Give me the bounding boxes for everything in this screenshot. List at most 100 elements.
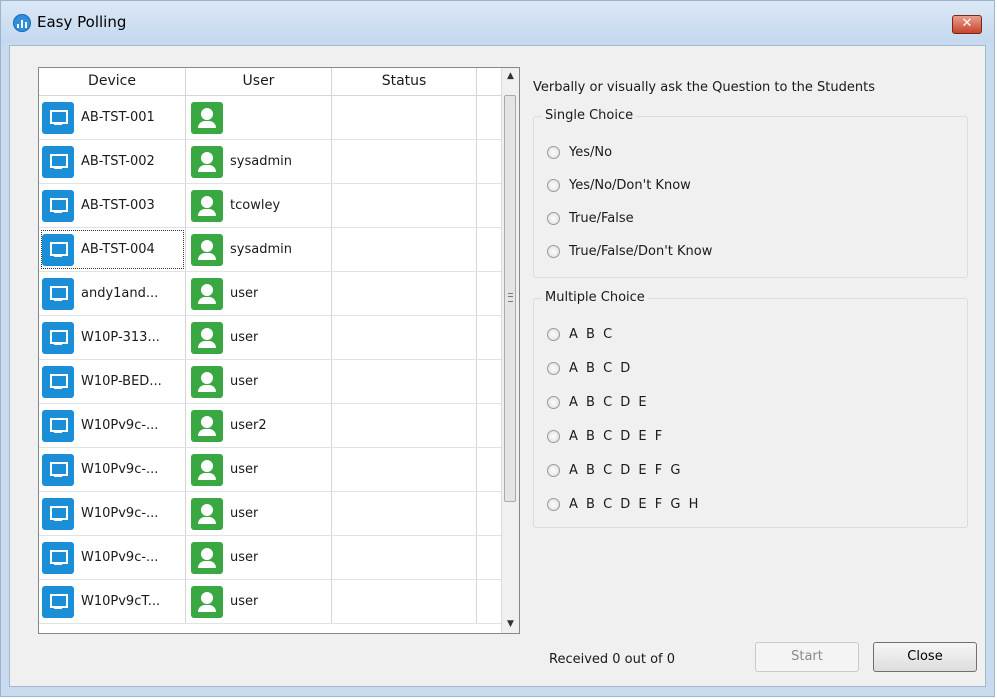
device-cell[interactable]: W10Pv9cT... (39, 580, 186, 623)
status-cell (332, 140, 477, 183)
device-cell[interactable]: AB-TST-001 (39, 96, 186, 139)
status-cell (332, 360, 477, 403)
user-name: user (230, 506, 259, 521)
table-row[interactable]: W10Pv9c-... user (39, 448, 502, 492)
option-label: Yes/No/Don't Know (569, 178, 691, 193)
user-cell[interactable]: user (186, 272, 332, 315)
multiple-choice-option[interactable]: A B C D (547, 361, 632, 376)
device-cell[interactable]: andy1and... (39, 272, 186, 315)
user-cell[interactable]: user (186, 580, 332, 623)
user-cell[interactable] (186, 96, 332, 139)
table-row[interactable]: W10P-BED... user (39, 360, 502, 404)
device-cell[interactable]: W10Pv9c-... (39, 492, 186, 535)
radio-button[interactable] (547, 146, 560, 159)
radio-button[interactable] (547, 362, 560, 375)
status-cell (332, 580, 477, 623)
multiple-choice-option[interactable]: A B C D E F (547, 429, 664, 444)
single-choice-option[interactable]: Yes/No (547, 145, 612, 160)
table-row[interactable]: W10Pv9c-... user (39, 492, 502, 536)
close-button[interactable]: Close (873, 642, 977, 672)
single-choice-option[interactable]: True/False/Don't Know (547, 244, 712, 259)
multiple-choice-option[interactable]: A B C D E F G (547, 463, 682, 478)
user-cell[interactable]: user (186, 492, 332, 535)
single-choice-option[interactable]: True/False (547, 211, 634, 226)
multiple-choice-option[interactable]: A B C D E (547, 395, 649, 410)
device-cell[interactable]: W10Pv9c-... (39, 448, 186, 491)
scroll-down-arrow-icon[interactable]: ▼ (502, 616, 519, 633)
table-row[interactable]: W10P-313... user (39, 316, 502, 360)
radio-button[interactable] (547, 179, 560, 192)
column-header-status[interactable]: Status (332, 68, 477, 95)
monitor-icon (42, 365, 74, 398)
table-row[interactable]: AB-TST-003 tcowley (39, 184, 502, 228)
radio-button[interactable] (547, 430, 560, 443)
device-name: W10Pv9cT... (81, 594, 161, 609)
device-name: AB-TST-003 (81, 198, 155, 213)
user-cell[interactable]: tcowley (186, 184, 332, 227)
multiple-choice-option[interactable]: A B C (547, 327, 614, 342)
monitor-icon (42, 541, 74, 574)
table-row[interactable]: W10Pv9cT... user (39, 580, 502, 624)
table-row[interactable]: AB-TST-004 sysadmin (39, 228, 502, 272)
user-icon (191, 541, 223, 574)
user-icon (191, 189, 223, 222)
table-row[interactable]: AB-TST-001 (39, 96, 502, 140)
radio-button[interactable] (547, 212, 560, 225)
vertical-scrollbar[interactable]: ▲ ▼ (501, 68, 519, 633)
device-name: AB-TST-001 (81, 110, 155, 125)
user-name: user (230, 594, 259, 609)
user-icon (191, 101, 223, 134)
radio-button[interactable] (547, 498, 560, 511)
single-choice-option[interactable]: Yes/No/Don't Know (547, 178, 691, 193)
user-cell[interactable]: user (186, 316, 332, 359)
device-cell[interactable]: W10P-313... (39, 316, 186, 359)
multiple-choice-title: Multiple Choice (542, 290, 648, 305)
monitor-icon (42, 233, 74, 266)
device-cell[interactable]: W10Pv9c-... (39, 536, 186, 579)
user-cell[interactable]: user (186, 360, 332, 403)
window-close-button[interactable]: ✕ (952, 15, 982, 34)
user-cell[interactable]: sysadmin (186, 228, 332, 271)
user-cell[interactable]: sysadmin (186, 140, 332, 183)
table-header: Device User Status (39, 68, 502, 96)
dialog-body: Device User Status AB-TST-001 AB-TST-002 s… (9, 45, 986, 687)
radio-button[interactable] (547, 396, 560, 409)
device-cell[interactable]: W10P-BED... (39, 360, 186, 403)
user-name: user (230, 330, 259, 345)
poll-chart-icon (13, 14, 31, 32)
device-name: AB-TST-004 (81, 242, 155, 257)
scroll-thumb[interactable] (504, 95, 516, 502)
user-cell[interactable]: user (186, 448, 332, 491)
status-cell (332, 404, 477, 447)
column-header-user[interactable]: User (186, 68, 332, 95)
table-row[interactable]: AB-TST-002 sysadmin (39, 140, 502, 184)
user-cell[interactable]: user2 (186, 404, 332, 447)
radio-button[interactable] (547, 464, 560, 477)
monitor-icon (42, 497, 74, 530)
single-choice-title: Single Choice (542, 108, 637, 123)
multiple-choice-option[interactable]: A B C D E F G H (547, 497, 700, 512)
start-button[interactable]: Start (755, 642, 859, 672)
table-row[interactable]: W10Pv9c-... user2 (39, 404, 502, 448)
device-name: W10Pv9c-... (81, 506, 159, 521)
status-cell (332, 228, 477, 271)
device-cell[interactable]: W10Pv9c-... (39, 404, 186, 447)
multiple-choice-group: Multiple Choice A B C A B C D A B C D E A B… (533, 290, 968, 528)
device-name: W10Pv9c-... (81, 462, 159, 477)
column-header-device[interactable]: Device (39, 68, 186, 95)
scroll-up-arrow-icon[interactable]: ▲ (502, 68, 519, 85)
table-row[interactable]: W10Pv9c-... user (39, 536, 502, 580)
device-cell[interactable]: AB-TST-002 (39, 140, 186, 183)
device-name: W10P-BED... (81, 374, 162, 389)
device-cell[interactable]: AB-TST-004 (39, 228, 186, 271)
user-icon (191, 145, 223, 178)
radio-button[interactable] (547, 245, 560, 258)
status-cell (332, 272, 477, 315)
radio-button[interactable] (547, 328, 560, 341)
status-cell (332, 96, 477, 139)
device-cell[interactable]: AB-TST-003 (39, 184, 186, 227)
option-label: A B C D (569, 361, 633, 376)
table-row[interactable]: andy1and... user (39, 272, 502, 316)
device-name: W10Pv9c-... (81, 550, 159, 565)
user-cell[interactable]: user (186, 536, 332, 579)
